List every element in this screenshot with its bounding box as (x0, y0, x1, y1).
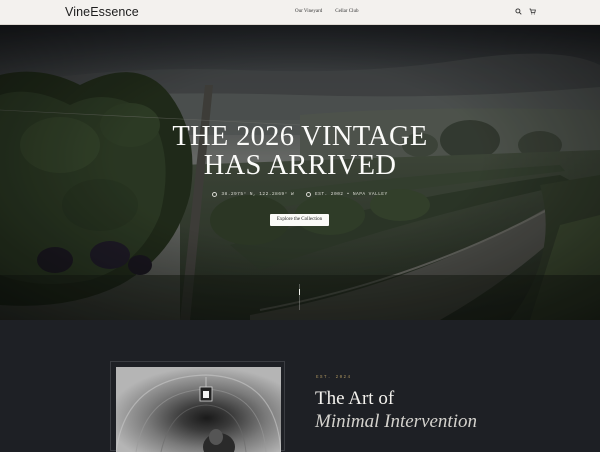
hero-coordinates: 38.2975° N, 122.2869° W (221, 192, 294, 197)
brand-logo[interactable]: VineEssence (65, 5, 139, 19)
story-eyebrow: EST. 2024 (316, 375, 352, 380)
scroll-indicator[interactable] (297, 284, 301, 310)
hero-title: THE 2026 VINTAGE HAS ARRIVED (0, 122, 600, 180)
scroll-indicator-thumb (298, 289, 300, 295)
hero-meta: 38.2975° N, 122.2869° W EST. 2002 • NAPA… (0, 192, 600, 197)
explore-collection-button[interactable]: Explore the Collection (270, 214, 329, 226)
hero-banner: THE 2026 VINTAGE HAS ARRIVED 38.2975° N,… (0, 25, 600, 320)
hero-title-line-2: HAS ARRIVED (203, 150, 397, 181)
site-header: VineEssence Our Vineyard Cellar Club (0, 0, 600, 25)
story-section: EST. 2024 The Art of Minimal Interventio… (0, 320, 600, 452)
header-actions (515, 8, 536, 15)
search-icon[interactable] (515, 8, 522, 15)
story-title-line-2: Minimal Intervention (315, 411, 477, 432)
cellar-tunnel-image (116, 367, 281, 452)
location-pin-icon (212, 192, 218, 197)
nav-our-vineyard[interactable]: Our Vineyard (295, 9, 322, 14)
cellar-photo (116, 367, 281, 452)
cart-icon[interactable] (529, 8, 536, 15)
cellar-photo-frame (110, 361, 285, 452)
hero-established: EST. 2002 • NAPA VALLEY (315, 192, 388, 197)
story-title-line-1: The Art of (315, 388, 395, 409)
scroll-indicator-track (298, 284, 300, 310)
main-nav: Our Vineyard Cellar Club (295, 9, 358, 14)
story-title: The Art of Minimal Intervention (315, 387, 477, 433)
nav-cellar-club[interactable]: Cellar Club (335, 9, 358, 14)
hero-title-line-1: THE 2026 VINTAGE (172, 121, 428, 152)
calendar-icon (306, 192, 311, 197)
